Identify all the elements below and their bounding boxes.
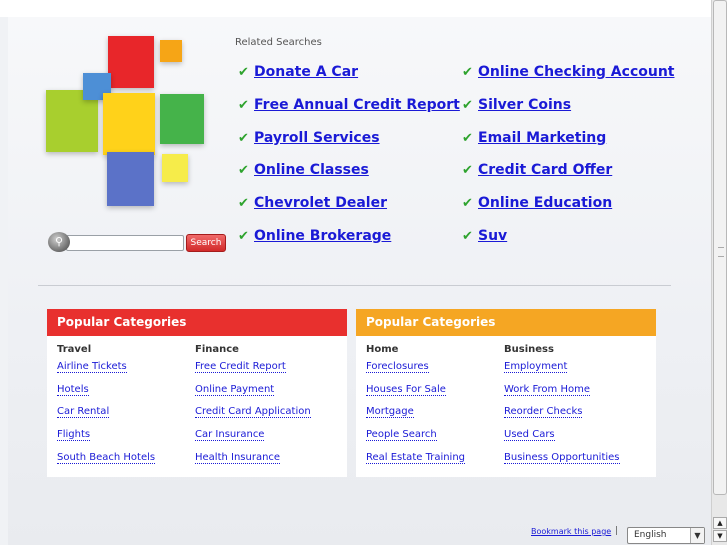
checkmark-icon: ✔: [238, 196, 249, 212]
related-link-payroll-services[interactable]: Payroll Services: [254, 128, 380, 148]
category-link[interactable]: Mortgage: [366, 403, 465, 426]
section-divider: [38, 285, 671, 286]
category-column-travel: Travel Airline Tickets Hotels Car Rental…: [57, 342, 156, 472]
category-column-finance: Finance Free Credit Report Online Paymen…: [195, 342, 311, 471]
search-icon: ⚲: [48, 232, 70, 252]
checkmark-icon: ✔: [238, 97, 249, 113]
related-item: ✔ Donate A Car: [238, 62, 460, 95]
category-title: Business: [504, 344, 554, 355]
scroll-down-icon[interactable]: ▼: [713, 530, 727, 542]
category-link[interactable]: South Beach Hotels: [57, 449, 156, 472]
logo-orange-square: [160, 40, 182, 62]
search-input[interactable]: [66, 235, 184, 251]
checkmark-icon: ✔: [462, 196, 473, 212]
related-link-online-checking-account[interactable]: Online Checking Account: [478, 62, 675, 82]
language-value: English: [634, 530, 667, 540]
category-link[interactable]: Foreclosures: [366, 358, 465, 381]
category-link[interactable]: Car Insurance: [195, 426, 311, 449]
vertical-scrollbar[interactable]: ▲ ▼: [711, 0, 727, 545]
category-link[interactable]: Free Credit Report: [195, 358, 311, 381]
related-column-left: ✔ Donate A Car ✔ Free Annual Credit Report…: [238, 62, 460, 259]
related-link-suv[interactable]: Suv: [478, 226, 507, 246]
top-bar: [0, 0, 711, 17]
category-link[interactable]: Credit Card Application: [195, 403, 311, 426]
logo-yellow-square: [103, 93, 155, 155]
footer-separator: |: [615, 526, 619, 536]
related-item: ✔ Online Classes: [238, 160, 460, 193]
search-button[interactable]: Search: [186, 234, 226, 252]
panel-title: Popular Categories: [47, 309, 347, 336]
scrollbar-grip-icon: [718, 247, 724, 257]
category-link[interactable]: Hotels: [57, 381, 155, 404]
category-link[interactable]: Airline Tickets: [57, 358, 155, 381]
related-item: ✔ Free Annual Credit Report: [238, 95, 460, 128]
checkmark-icon: ✔: [238, 130, 249, 146]
related-item: ✔ Online Brokerage: [238, 226, 460, 259]
category-link[interactable]: Flights: [57, 426, 155, 449]
language-select[interactable]: English ▼: [627, 527, 705, 544]
related-searches-title: Related Searches: [235, 37, 322, 48]
related-item: ✔ Online Checking Account: [462, 62, 675, 95]
checkmark-icon: ✔: [462, 65, 473, 80]
related-column-right: ✔ Online Checking Account ✔ Silver Coins ✔…: [462, 62, 675, 259]
category-link[interactable]: Business Opportunities: [504, 449, 620, 472]
logo-lightyellow-square: [162, 154, 188, 182]
related-item: ✔ Chevrolet Dealer: [238, 193, 460, 226]
checkmark-icon: ✔: [462, 130, 473, 146]
related-link-chevrolet-dealer[interactable]: Chevrolet Dealer: [254, 193, 387, 213]
popular-categories-panel-orange: Popular Categories Home Foreclosures Hou…: [356, 309, 656, 477]
chevron-down-icon[interactable]: ▼: [690, 528, 704, 543]
site-logo: [46, 33, 206, 213]
checkmark-icon: ✔: [462, 228, 473, 244]
category-link[interactable]: Employment: [504, 358, 620, 381]
category-link[interactable]: Work From Home: [504, 381, 620, 404]
checkmark-icon: ✔: [462, 97, 473, 113]
scroll-up-icon[interactable]: ▲: [713, 517, 727, 529]
category-link[interactable]: Real Estate Training: [366, 449, 466, 472]
related-link-free-annual-credit-report[interactable]: Free Annual Credit Report: [254, 95, 460, 115]
related-link-silver-coins[interactable]: Silver Coins: [478, 95, 571, 115]
category-link[interactable]: Houses For Sale: [366, 381, 465, 404]
category-title: Finance: [195, 344, 239, 355]
related-link-credit-card-offer[interactable]: Credit Card Offer: [478, 160, 612, 180]
related-link-online-brokerage[interactable]: Online Brokerage: [254, 226, 391, 246]
scrollbar-thumb[interactable]: [713, 0, 727, 495]
related-item: ✔ Credit Card Offer: [462, 160, 675, 193]
related-item: ✔ Email Marketing: [462, 128, 675, 161]
category-link[interactable]: People Search: [366, 426, 465, 449]
category-column-business: Business Employment Work From Home Reord…: [504, 342, 620, 471]
logo-red-square: [108, 36, 154, 88]
related-link-donate-a-car[interactable]: Donate A Car: [254, 62, 358, 82]
category-link[interactable]: Used Cars: [504, 426, 620, 449]
checkmark-icon: ✔: [238, 163, 249, 179]
category-link[interactable]: Reorder Checks: [504, 403, 620, 426]
category-link[interactable]: Car Rental: [57, 403, 155, 426]
logo-blue-square: [107, 152, 154, 206]
checkmark-icon: ✔: [238, 228, 249, 244]
category-title: Travel: [57, 344, 92, 355]
bookmark-link[interactable]: Bookmark this page: [531, 527, 611, 536]
related-item: ✔ Online Education: [462, 193, 675, 226]
panel-title: Popular Categories: [356, 309, 656, 336]
popular-categories-panel-red: Popular Categories Travel Airline Ticket…: [47, 309, 347, 477]
related-link-online-classes[interactable]: Online Classes: [254, 160, 369, 180]
category-link[interactable]: Online Payment: [195, 381, 311, 404]
related-link-email-marketing[interactable]: Email Marketing: [478, 128, 606, 148]
logo-green-square: [160, 94, 204, 144]
related-item: ✔ Suv: [462, 226, 675, 259]
checkmark-icon: ✔: [238, 65, 249, 80]
category-title: Home: [366, 344, 399, 355]
related-item: ✔ Silver Coins: [462, 95, 675, 128]
category-column-home: Home Foreclosures Houses For Sale Mortga…: [366, 342, 466, 472]
checkmark-icon: ✔: [462, 163, 473, 179]
related-item: ✔ Payroll Services: [238, 128, 460, 161]
category-link[interactable]: Health Insurance: [195, 449, 311, 472]
related-link-online-education[interactable]: Online Education: [478, 193, 612, 213]
